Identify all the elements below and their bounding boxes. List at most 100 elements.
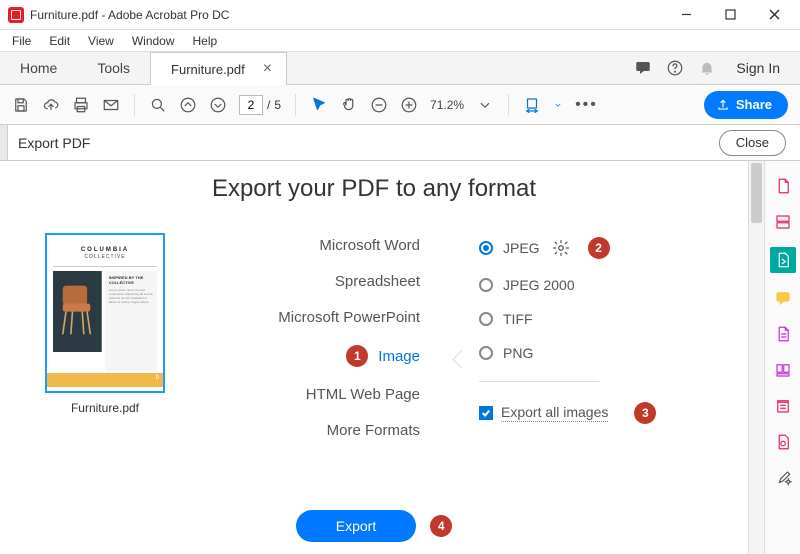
zoom-value: 71.2% <box>430 98 464 112</box>
radio-icon <box>479 278 493 292</box>
thumb-brand: COLUMBIA <box>53 241 157 254</box>
radio-jpeg-label: JPEG <box>503 240 540 256</box>
page-down-icon[interactable] <box>209 96 227 114</box>
panel-header: Export PDF Close <box>0 125 800 161</box>
fit-dropdown-icon[interactable] <box>553 96 563 114</box>
annotation-1: 1 <box>346 345 368 367</box>
format-spreadsheet[interactable]: Spreadsheet <box>335 273 420 290</box>
tab-document[interactable]: Furniture.pdf × <box>150 52 287 85</box>
combine-icon[interactable] <box>772 211 794 233</box>
radio-png-label: PNG <box>503 345 533 361</box>
app-icon <box>8 7 24 23</box>
tab-row: Home Tools Furniture.pdf × Sign In <box>0 52 800 85</box>
radio-jpeg2000[interactable]: JPEG 2000 <box>479 277 718 293</box>
chair-image <box>53 271 102 352</box>
stamp-icon[interactable] <box>772 359 794 381</box>
search-icon[interactable] <box>149 96 167 114</box>
format-more[interactable]: More Formats <box>327 422 420 439</box>
checkbox-label: Export all images <box>501 404 608 422</box>
format-html[interactable]: HTML Web Page <box>306 386 420 403</box>
thumbnail-column: COLUMBIA COLLECTIVE <box>30 233 180 439</box>
page-indicator: / 5 <box>239 95 281 115</box>
share-button[interactable]: Share <box>704 91 788 119</box>
print-icon[interactable] <box>72 96 90 114</box>
radio-tiff-label: TIFF <box>503 311 533 327</box>
radio-jpeg2000-label: JPEG 2000 <box>503 277 575 293</box>
format-powerpoint[interactable]: Microsoft PowerPoint <box>278 309 420 326</box>
more-tools-icon[interactable]: ••• <box>575 96 598 114</box>
page-sep: / <box>267 98 270 112</box>
redact-icon[interactable] <box>772 431 794 453</box>
menu-bar: File Edit View Window Help <box>0 30 800 52</box>
radio-icon <box>479 241 493 255</box>
sidebar-handle[interactable] <box>0 125 8 160</box>
annotation-2: 2 <box>588 237 610 259</box>
tab-home[interactable]: Home <box>0 52 77 84</box>
radio-png[interactable]: PNG <box>479 345 718 361</box>
scrollbar-thumb[interactable] <box>751 163 762 223</box>
window-titlebar: Furniture.pdf - Adobe Acrobat Pro DC <box>0 0 800 30</box>
close-window-button[interactable] <box>752 1 796 29</box>
page-up-icon[interactable] <box>179 96 197 114</box>
panel-title: Export PDF <box>18 135 90 151</box>
radio-jpeg[interactable]: JPEG 2 <box>479 237 718 259</box>
page-total: 5 <box>274 98 281 112</box>
format-image-label: Image <box>378 348 420 365</box>
panel-close-button[interactable]: Close <box>719 130 786 156</box>
zoom-in-icon[interactable] <box>400 96 418 114</box>
export-content: Export your PDF to any format COLUMBIA C… <box>0 161 748 554</box>
tab-close-icon[interactable]: × <box>263 61 272 77</box>
minimize-button[interactable] <box>664 1 708 29</box>
zoom-out-icon[interactable] <box>370 96 388 114</box>
thumbnail-caption: Furniture.pdf <box>71 401 139 415</box>
gear-icon[interactable] <box>552 239 570 257</box>
page-heading: Export your PDF to any format <box>30 175 718 203</box>
menu-file[interactable]: File <box>4 32 39 50</box>
cloud-upload-icon[interactable] <box>42 96 60 114</box>
radio-tiff[interactable]: TIFF <box>479 311 718 327</box>
main-area: Export your PDF to any format COLUMBIA C… <box>0 161 800 554</box>
right-tool-rail <box>764 161 800 554</box>
optimize-icon[interactable] <box>772 395 794 417</box>
document-thumbnail[interactable]: COLUMBIA COLLECTIVE <box>45 233 165 393</box>
radio-icon <box>479 346 493 360</box>
divider <box>479 381 599 382</box>
tab-document-label: Furniture.pdf <box>171 62 245 77</box>
maximize-button[interactable] <box>708 1 752 29</box>
zoom-dropdown-icon[interactable] <box>476 96 494 114</box>
tab-tools[interactable]: Tools <box>77 52 150 84</box>
menu-view[interactable]: View <box>80 32 122 50</box>
thumb-sub: COLLECTIVE <box>53 254 157 262</box>
main-toolbar: / 5 71.2% ••• Share <box>0 85 800 125</box>
export-pdf-icon[interactable] <box>770 247 796 273</box>
page-number-input[interactable] <box>239 95 263 115</box>
comment-icon[interactable] <box>772 287 794 309</box>
fit-width-icon[interactable] <box>523 96 541 114</box>
bell-icon[interactable] <box>698 59 716 77</box>
help-icon[interactable] <box>666 59 684 77</box>
checkbox-icon <box>479 406 493 420</box>
radio-icon <box>479 312 493 326</box>
format-list: Microsoft Word Spreadsheet Microsoft Pow… <box>220 233 420 439</box>
menu-edit[interactable]: Edit <box>41 32 78 50</box>
sign-in-link[interactable]: Sign In <box>730 54 786 82</box>
menu-help[interactable]: Help <box>185 32 226 50</box>
format-word[interactable]: Microsoft Word <box>319 237 420 254</box>
export-button[interactable]: Export <box>296 510 416 542</box>
menu-window[interactable]: Window <box>124 32 183 50</box>
chat-icon[interactable] <box>634 59 652 77</box>
annotation-4: 4 <box>430 515 452 537</box>
save-icon[interactable] <box>12 96 30 114</box>
hand-tool-icon[interactable] <box>340 96 358 114</box>
format-image[interactable]: 1 Image <box>346 345 420 367</box>
annotation-3: 3 <box>634 402 656 424</box>
window-title: Furniture.pdf - Adobe Acrobat Pro DC <box>30 8 664 22</box>
vertical-scrollbar[interactable] <box>748 161 764 554</box>
select-tool-icon[interactable] <box>310 96 328 114</box>
more-rail-icon[interactable] <box>772 467 794 489</box>
share-label: Share <box>736 97 772 112</box>
mail-icon[interactable] <box>102 96 120 114</box>
checkbox-export-all[interactable]: Export all images 3 <box>479 402 718 424</box>
create-pdf-icon[interactable] <box>772 175 794 197</box>
organize-icon[interactable] <box>772 323 794 345</box>
